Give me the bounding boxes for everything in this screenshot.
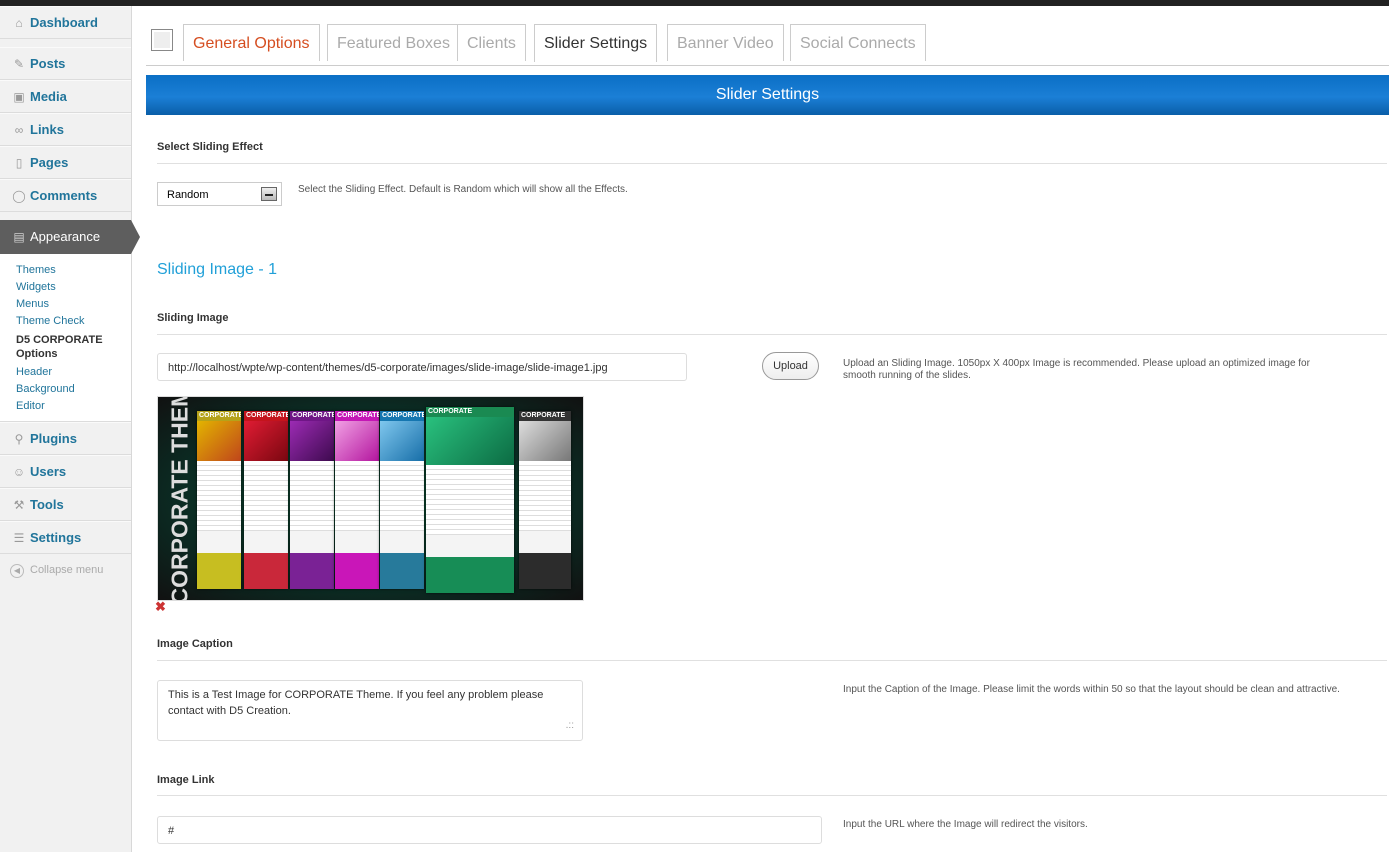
effect-label: Select Sliding Effect	[157, 141, 263, 153]
divider	[157, 334, 1387, 335]
divider	[157, 163, 1387, 164]
thumb-vertical-text: CORPORATE THEME	[166, 396, 193, 601]
tab-general-options[interactable]: General Options	[183, 24, 320, 61]
divider	[157, 660, 1387, 661]
menu-posts[interactable]: ✎ Posts	[0, 47, 131, 80]
pages-icon: ▯	[15, 156, 23, 170]
submenu-widgets[interactable]: Widgets	[0, 279, 131, 296]
menu-links[interactable]: ∞ Links	[0, 113, 131, 146]
plugins-icon: ⚲	[14, 432, 24, 446]
submenu-theme-check[interactable]: Theme Check	[0, 313, 131, 330]
collapse-menu[interactable]: ◀ Collapse menu	[0, 554, 131, 578]
theme-options-icon	[151, 29, 173, 51]
thumb-page: CORPORATE	[290, 411, 334, 589]
menu-plugins[interactable]: ⚲ Plugins	[0, 422, 131, 455]
effect-help: Select the Sliding Effect. Default is Ra…	[298, 184, 628, 195]
dropdown-arrow-icon	[261, 187, 277, 201]
menu-tools[interactable]: ⚒ Tools	[0, 488, 131, 521]
image-caption-textarea[interactable]: This is a Test Image for CORPORATE Theme…	[157, 680, 583, 741]
section-banner: Slider Settings	[146, 75, 1389, 115]
menu-pages[interactable]: ▯ Pages	[0, 146, 131, 179]
tab-social-connects[interactable]: Social Connects	[790, 24, 926, 61]
resize-grip-icon[interactable]: .::	[566, 718, 574, 734]
tools-icon: ⚒	[13, 498, 25, 512]
upload-button[interactable]: Upload	[762, 352, 819, 380]
link-label: Image Link	[157, 774, 215, 786]
sliding-effect-select[interactable]: Random	[157, 182, 282, 206]
admin-sidebar: ⌂ Dashboard ✎ Posts ▣ Media ∞ Links ▯ Pages ◯…	[0, 6, 140, 852]
submenu-themes[interactable]: Themes	[0, 262, 131, 279]
sliding-image-label: Sliding Image	[157, 312, 229, 324]
caption-text: This is a Test Image for CORPORATE Theme…	[168, 689, 544, 717]
image-url-input[interactable]: http://localhost/wpte/wp-content/themes/…	[157, 353, 687, 381]
menu-dashboard[interactable]: ⌂ Dashboard	[0, 6, 131, 39]
thumb-page: CORPORATE	[380, 411, 424, 589]
remove-image-icon[interactable]: ✖	[155, 599, 166, 615]
thumb-page: CORPORATE	[426, 407, 514, 593]
pin-icon: ✎	[13, 57, 25, 71]
upload-help: Upload an Sliding Image. 1050px X 400px …	[843, 358, 1310, 381]
submenu-header[interactable]: Header	[0, 364, 131, 381]
tab-slider-settings[interactable]: Slider Settings	[534, 24, 658, 62]
link-icon: ∞	[14, 123, 24, 137]
divider	[157, 795, 1387, 796]
collapse-arrow-icon: ◀	[10, 564, 24, 578]
media-icon: ▣	[13, 90, 25, 104]
slide-image-preview: CORPORATE THEME CORPORATE CORPORATE CORP…	[157, 396, 584, 601]
slide-section-title: Sliding Image - 1	[157, 261, 278, 278]
thumb-page: CORPORATE	[244, 411, 288, 589]
thumb-page: CORPORATE	[335, 411, 379, 589]
menu-settings[interactable]: ☰ Settings	[0, 521, 131, 554]
settings-icon: ☰	[13, 531, 25, 545]
submenu-menus[interactable]: Menus	[0, 296, 131, 313]
caption-help: Input the Caption of the Image. Please l…	[843, 684, 1340, 695]
appearance-icon: ▤	[13, 230, 25, 244]
comments-icon: ◯	[12, 189, 26, 203]
thumb-page: CORPORATE	[519, 411, 571, 589]
menu-media[interactable]: ▣ Media	[0, 80, 131, 113]
image-link-input[interactable]: #	[157, 816, 822, 844]
link-help: Input the URL where the Image will redir…	[843, 819, 1088, 830]
tab-clients[interactable]: Clients	[457, 24, 526, 61]
tab-banner-video[interactable]: Banner Video	[667, 24, 784, 61]
menu-comments[interactable]: ◯ Comments	[0, 179, 131, 212]
thumb-page: CORPORATE	[197, 411, 241, 589]
submenu-d5-options[interactable]: D5 CORPORATE Options	[0, 330, 131, 364]
menu-separator	[0, 212, 131, 220]
tabs-divider	[146, 65, 1389, 66]
home-icon: ⌂	[15, 16, 23, 30]
main-content: General Options Featured Boxes Clients S…	[146, 6, 1389, 852]
caption-label: Image Caption	[157, 638, 233, 650]
submenu-background[interactable]: Background	[0, 381, 131, 398]
menu-appearance[interactable]: ▤ Appearance	[0, 220, 140, 254]
select-value: Random	[167, 189, 209, 201]
menu-separator	[0, 39, 131, 47]
users-icon: ☺	[12, 465, 26, 479]
appearance-submenu: Themes Widgets Menus Theme Check D5 CORP…	[0, 254, 131, 422]
submenu-editor[interactable]: Editor	[0, 398, 131, 415]
menu-users[interactable]: ☺ Users	[0, 455, 131, 488]
tab-featured-boxes[interactable]: Featured Boxes	[327, 24, 460, 61]
options-tabs: General Options Featured Boxes Clients S…	[146, 24, 1389, 68]
